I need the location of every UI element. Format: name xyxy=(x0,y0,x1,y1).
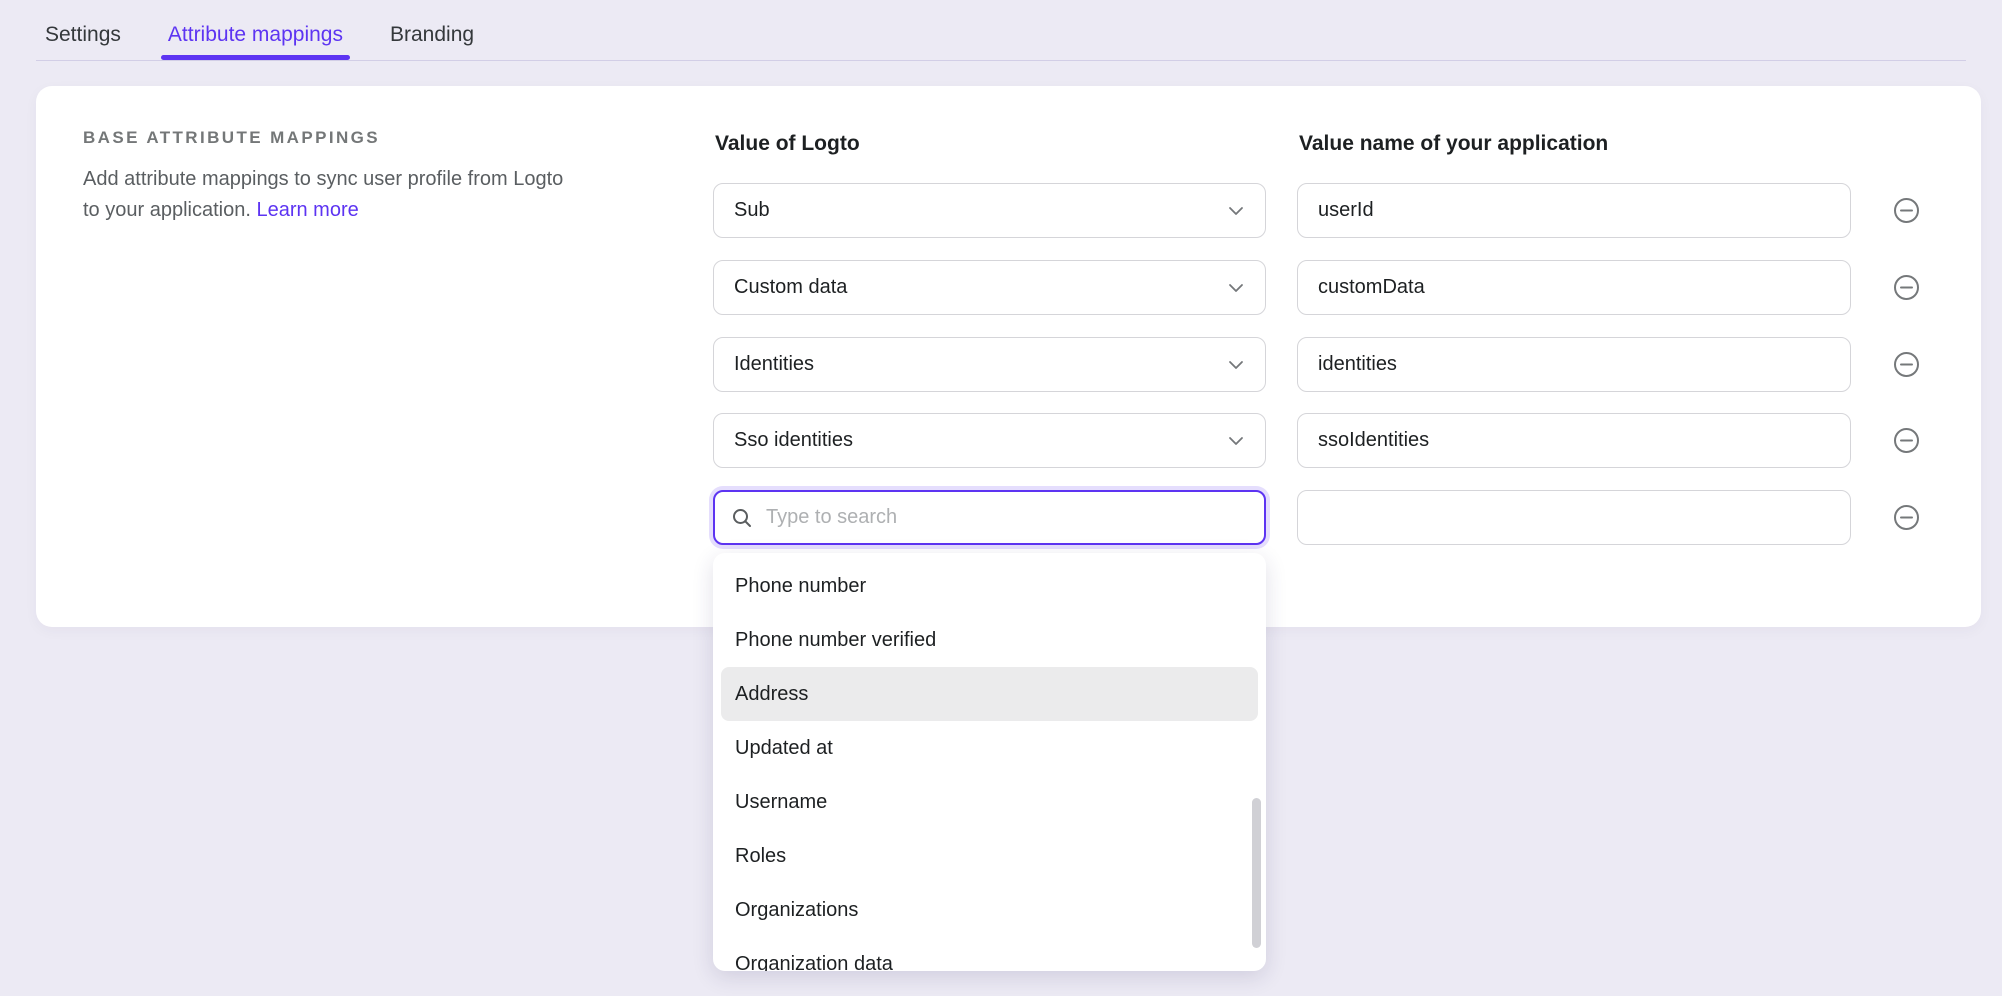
mapping-row: Custom data xyxy=(713,260,1923,315)
search-input[interactable] xyxy=(766,506,1248,529)
attribute-mappings-card: BASE ATTRIBUTE MAPPINGS Add attribute ma… xyxy=(36,86,1981,627)
mapping-row: Identities xyxy=(713,337,1923,392)
chevron-down-icon xyxy=(1225,200,1247,222)
search-icon xyxy=(731,507,753,529)
dropdown-item-organization-data[interactable]: Organization data xyxy=(721,937,1258,971)
minus-circle-icon xyxy=(1893,274,1920,301)
tab-branding-label: Branding xyxy=(390,23,474,47)
section-intro: BASE ATTRIBUTE MAPPINGS Add attribute ma… xyxy=(83,128,583,226)
logto-value-select[interactable]: Identities xyxy=(713,337,1266,392)
remove-row-button[interactable] xyxy=(1893,427,1920,454)
tab-attribute-mappings-label: Attribute mappings xyxy=(168,23,343,47)
section-description: Add attribute mappings to sync user prof… xyxy=(83,164,583,226)
remove-row-button[interactable] xyxy=(1893,274,1920,301)
attribute-dropdown-menu: Phone number Phone number verified Addre… xyxy=(713,553,1266,971)
logto-value-select-label: Sub xyxy=(734,199,1225,222)
dropdown-item-roles[interactable]: Roles xyxy=(721,829,1258,883)
dropdown-item-address[interactable]: Address xyxy=(721,667,1258,721)
dropdown-scrollbar-thumb[interactable] xyxy=(1252,798,1261,948)
app-value-input[interactable] xyxy=(1297,260,1851,315)
dropdown-item-phone-number-verified[interactable]: Phone number verified xyxy=(721,613,1258,667)
tab-branding[interactable]: Branding xyxy=(390,10,474,60)
logto-value-select-label: Custom data xyxy=(734,276,1225,299)
mapping-row: Sub xyxy=(713,183,1923,238)
logto-value-select-label: Sso identities xyxy=(734,429,1225,452)
tab-bar-divider xyxy=(36,60,1966,61)
tab-bar: Settings Attribute mappings Branding xyxy=(0,0,2002,60)
mapping-row: Sso identities xyxy=(713,413,1923,468)
minus-circle-icon xyxy=(1893,427,1920,454)
dropdown-item-username[interactable]: Username xyxy=(721,775,1258,829)
logto-value-select-label: Identities xyxy=(734,353,1225,376)
section-title: BASE ATTRIBUTE MAPPINGS xyxy=(83,128,583,148)
logto-value-select[interactable]: Sub xyxy=(713,183,1266,238)
logto-value-search-select xyxy=(713,490,1266,545)
dropdown-item-updated-at[interactable]: Updated at xyxy=(721,721,1258,775)
app-value-input[interactable] xyxy=(1297,413,1851,468)
minus-circle-icon xyxy=(1893,504,1920,531)
app-value-input[interactable] xyxy=(1297,183,1851,238)
tab-attribute-mappings[interactable]: Attribute mappings xyxy=(168,10,343,60)
column-header-app-value: Value name of your application xyxy=(1299,132,1608,156)
logto-value-select[interactable]: Sso identities xyxy=(713,413,1266,468)
chevron-down-icon xyxy=(1225,430,1247,452)
tab-settings[interactable]: Settings xyxy=(45,10,121,60)
app-value-input[interactable] xyxy=(1297,490,1851,545)
remove-row-button[interactable] xyxy=(1893,504,1920,531)
remove-row-button[interactable] xyxy=(1893,351,1920,378)
chevron-down-icon xyxy=(1225,277,1247,299)
minus-circle-icon xyxy=(1893,351,1920,378)
remove-row-button[interactable] xyxy=(1893,197,1920,224)
learn-more-link[interactable]: Learn more xyxy=(256,199,358,221)
dropdown-item-phone-number[interactable]: Phone number xyxy=(721,559,1258,613)
tab-settings-label: Settings xyxy=(45,23,121,47)
logto-value-select[interactable]: Custom data xyxy=(713,260,1266,315)
chevron-down-icon xyxy=(1225,354,1247,376)
minus-circle-icon xyxy=(1893,197,1920,224)
mapping-row-new xyxy=(713,490,1923,545)
app-value-input[interactable] xyxy=(1297,337,1851,392)
dropdown-item-organizations[interactable]: Organizations xyxy=(721,883,1258,937)
column-header-logto-value: Value of Logto xyxy=(715,132,860,156)
